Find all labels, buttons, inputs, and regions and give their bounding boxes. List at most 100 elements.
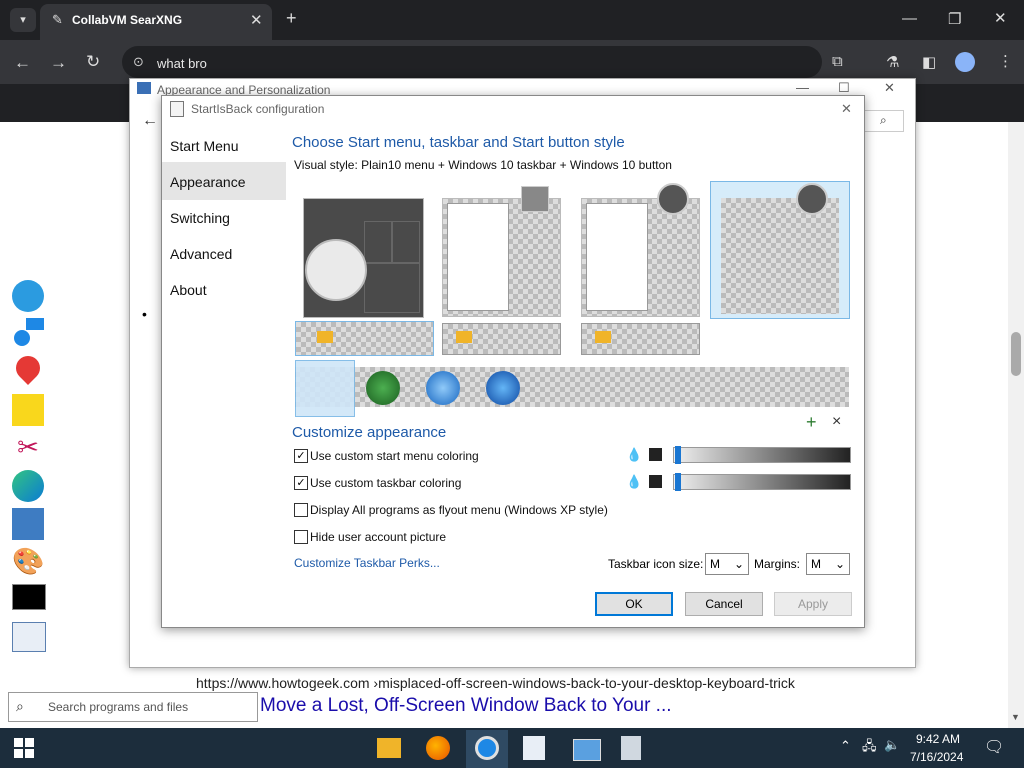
tips-app-icon[interactable]	[12, 280, 44, 312]
search-icon: ⌕	[16, 698, 24, 714]
checkbox-flyout-all-programs[interactable]	[294, 503, 308, 517]
cancel-button[interactable]: Cancel	[685, 592, 763, 616]
scroll-down-icon[interactable]: ▼	[1011, 712, 1020, 722]
checkbox-hide-account-picture[interactable]	[294, 530, 308, 544]
start-orb-windows-icon[interactable]	[486, 371, 520, 405]
ok-button[interactable]: OK	[595, 592, 673, 616]
bg-minimize-icon[interactable]: —	[796, 80, 809, 95]
start-orb-windows7-icon[interactable]	[426, 371, 460, 405]
add-style-icon[interactable]: +	[806, 412, 817, 433]
remove-style-icon[interactable]: ×	[832, 413, 841, 431]
style-thumb-plain10-selected[interactable]	[710, 181, 850, 319]
taskbar-style-windows10[interactable]	[295, 321, 434, 356]
margins-label: Margins:	[754, 557, 801, 571]
taskbar-slider-thumb[interactable]	[675, 473, 681, 491]
forward-icon[interactable]: →	[50, 53, 67, 73]
checkbox-custom-start-coloring[interactable]: ✓	[294, 449, 308, 463]
nav-about[interactable]: About	[170, 282, 207, 298]
bg-close-icon[interactable]: ✕	[884, 80, 895, 96]
style-avatar-icon	[657, 183, 689, 215]
file-explorer-icon[interactable]	[377, 738, 401, 758]
checkbox-custom-taskbar-coloring[interactable]: ✓	[294, 476, 308, 490]
explorer-folder-icon	[595, 331, 611, 343]
command-prompt-icon[interactable]	[12, 584, 46, 610]
tab-search-button[interactable]: ▾	[10, 8, 36, 32]
start-button-windows10-selected[interactable]	[295, 360, 355, 417]
extensions-icon[interactable]: ⧉	[832, 53, 843, 70]
label-flyout-all-programs: Display All programs as flyout menu (Win…	[310, 503, 608, 517]
style-thumb-windows7[interactable]	[442, 198, 561, 317]
restore-icon[interactable]: ❐	[948, 10, 961, 28]
style-thumb-plain8[interactable]	[581, 198, 700, 317]
bg-back-icon[interactable]: ←	[142, 112, 158, 130]
snipping-tool-icon[interactable]: ✂	[12, 432, 44, 464]
icon-size-value: M	[710, 557, 720, 571]
maps-app-icon[interactable]	[11, 351, 45, 388]
menu-icon[interactable]: ⋮	[998, 52, 1013, 70]
reload-icon[interactable]: ↻	[86, 52, 100, 72]
calculator-icon[interactable]	[12, 508, 44, 540]
dialog-close-icon[interactable]: ✕	[841, 101, 852, 117]
task-list-taskbar-icon[interactable]	[523, 736, 545, 760]
start-color-slider[interactable]	[673, 447, 851, 463]
back-icon[interactable]: ←	[14, 53, 31, 73]
style-avatar-icon	[796, 183, 828, 215]
startisback-taskbar-icon[interactable]	[621, 736, 641, 760]
dialog-title: StartIsBack configuration	[191, 102, 325, 116]
start-button-icon[interactable]	[14, 738, 34, 758]
nav-advanced[interactable]: Advanced	[170, 246, 232, 262]
result-url[interactable]: https://www.howtogeek.com ›misplaced-off…	[196, 675, 795, 691]
start-slider-thumb[interactable]	[675, 446, 681, 464]
customize-taskbar-perks-link[interactable]: Customize Taskbar Perks...	[294, 556, 440, 570]
volume-icon[interactable]: 🔈	[884, 737, 900, 753]
content-heading: Choose Start menu, taskbar and Start but…	[292, 134, 625, 151]
nav-appearance[interactable]: Appearance	[170, 174, 246, 190]
tab-favicon-icon: ✎	[52, 12, 63, 27]
address-text[interactable]: what bro	[157, 56, 207, 71]
close-window-icon[interactable]: ✕	[994, 9, 1007, 27]
sticky-notes-icon[interactable]	[12, 394, 44, 426]
bg-bullet: •	[142, 306, 147, 322]
profile-avatar-icon[interactable]	[955, 52, 975, 72]
network-icon[interactable]: 🖧	[862, 737, 877, 759]
control-panel-taskbar-icon[interactable]	[573, 739, 601, 761]
result-title-link[interactable]: Move a Lost, Off-Screen Window Back to Y…	[260, 695, 672, 717]
page-scrollbar[interactable]	[1008, 122, 1024, 728]
start-search-placeholder[interactable]: Search programs and files	[48, 700, 188, 714]
margins-value: M	[811, 557, 821, 571]
icon-size-select[interactable]: M ⌄	[705, 553, 749, 575]
scrollbar-thumb[interactable]	[1011, 332, 1021, 376]
taskbar-color-swatch[interactable]	[649, 475, 662, 488]
clock-time[interactable]: 9:42 AM	[916, 732, 960, 746]
people-app-icon[interactable]	[12, 318, 44, 350]
style-avatar-icon	[521, 186, 549, 212]
start-orb-green-icon[interactable]	[366, 371, 400, 405]
taskbar-color-slider[interactable]	[673, 474, 851, 490]
chrome-icon[interactable]	[475, 736, 499, 760]
notifications-icon[interactable]: 🗨	[984, 737, 1004, 757]
task-list-icon[interactable]	[12, 622, 46, 652]
transparency-drop-icon[interactable]: 💧	[626, 474, 642, 490]
tab-title: CollabVM SearXNG	[72, 13, 183, 27]
explorer-folder-icon	[317, 331, 333, 343]
new-tab-icon[interactable]: +	[286, 8, 297, 29]
site-info-icon[interactable]: ⊙	[133, 54, 144, 70]
apply-button[interactable]: Apply	[774, 592, 852, 616]
side-panel-icon[interactable]: ◧	[922, 53, 936, 71]
minimize-icon[interactable]: —	[902, 10, 917, 27]
tab-close-icon[interactable]: ✕	[250, 11, 263, 29]
start-color-swatch[interactable]	[649, 448, 662, 461]
label-custom-taskbar-coloring: Use custom taskbar coloring	[310, 476, 462, 490]
bg-maximize-icon[interactable]: ☐	[838, 80, 850, 96]
paint-icon[interactable]: 🎨	[12, 546, 44, 578]
address-bar[interactable]	[122, 46, 822, 78]
tray-chevron-icon[interactable]: ⌃	[840, 738, 851, 754]
nav-switching[interactable]: Switching	[170, 210, 230, 226]
firefox-icon[interactable]	[426, 736, 450, 760]
clock-date[interactable]: 7/16/2024	[910, 750, 963, 764]
margins-select[interactable]: M ⌄	[806, 553, 850, 575]
nav-start-menu[interactable]: Start Menu	[170, 138, 238, 154]
transparency-drop-icon[interactable]: 💧	[626, 447, 642, 463]
edge-browser-icon[interactable]	[12, 470, 44, 502]
labs-icon[interactable]: ⚗	[886, 53, 899, 71]
